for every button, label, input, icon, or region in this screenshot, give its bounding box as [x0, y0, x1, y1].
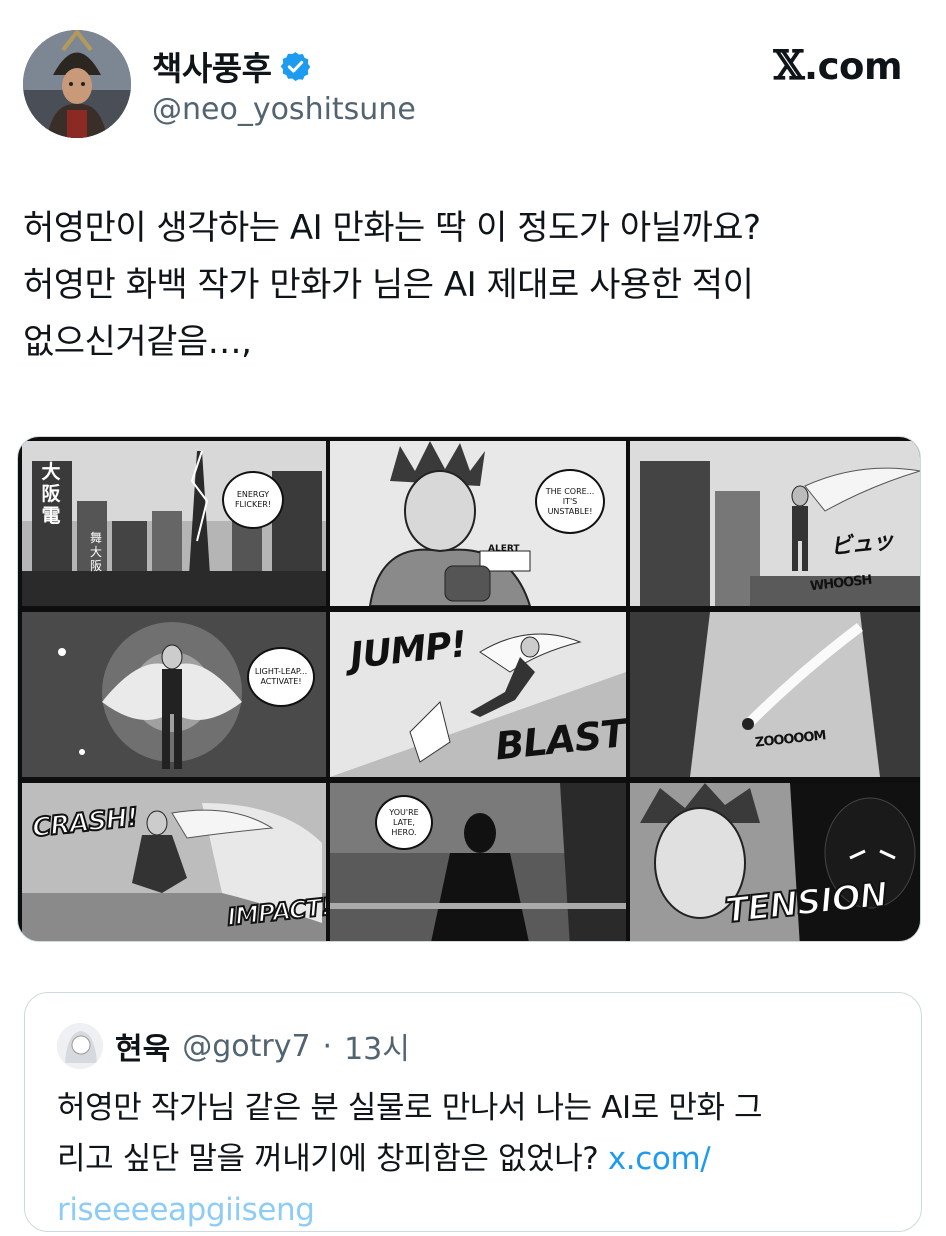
comic-panel-8: YOU'RE LATE, HERO.: [330, 783, 626, 941]
author-name-row: 책사풍후: [152, 42, 312, 90]
quoted-link[interactable]: x.com/: [608, 1141, 711, 1177]
comic-image[interactable]: ENERGY FLICKER! 大阪電 舞大阪 THE CORE... IT'S…: [17, 436, 921, 942]
anime-avatar-icon: [57, 1023, 103, 1069]
quoted-author-avatar[interactable]: [57, 1023, 103, 1069]
quoted-author-name[interactable]: 현욱: [115, 1024, 170, 1068]
quoted-line-2: 리고 싶단 말을 꺼내기에 창피함은 없었나? x.com/: [57, 1134, 907, 1185]
x-logo-text: .com: [804, 45, 902, 88]
verified-badge-icon: [281, 51, 311, 81]
sfx-text: ビュッ: [829, 528, 895, 561]
speech-bubble: LIGHT-LEAP... ACTIVATE!: [247, 647, 315, 707]
quoted-link-continuation[interactable]: riseeeeapgiiseng: [57, 1185, 907, 1236]
author-name[interactable]: 책사풍후: [152, 42, 272, 90]
meta-separator: ·: [322, 1028, 333, 1064]
x-logo[interactable]: 𝕏.com: [773, 42, 902, 89]
city-skyline-illustration: [22, 441, 326, 606]
quoted-tweet[interactable]: 현욱 @gotry7 · 13시 허영만 작가님 같은 분 실물로 만나서 나는 A…: [24, 992, 922, 1232]
comic-panel-6: ZOOOOOM: [630, 612, 920, 777]
quoted-line: 허영만 작가님 같은 분 실물로 만나서 나는 AI로 만화 그: [57, 1090, 763, 1126]
author-handle[interactable]: @neo_yoshitsune: [152, 92, 416, 127]
comic-panel-7: CRASH! IMPACT!: [22, 783, 326, 941]
x-logo-mark: 𝕏: [773, 42, 805, 89]
tweet-text: 허영만이 생각하는 AI 만화는 딱 이 정도가 아닐까요? 허영만 화백 작가…: [23, 200, 923, 371]
comic-panel-9: TENSION: [630, 783, 920, 941]
comic-panel-5: JUMP! BLAST!: [330, 612, 626, 777]
alert-label: ALERT: [488, 544, 520, 554]
speech-bubble: YOU'RE LATE, HERO.: [375, 795, 433, 850]
quoted-line-text: 리고 싶단 말을 꺼내기에 창피함은 없었나?: [57, 1141, 599, 1177]
comic-panel-1: ENERGY FLICKER! 大阪電 舞大阪: [22, 441, 326, 606]
author-avatar[interactable]: [23, 30, 131, 138]
quoted-timestamp[interactable]: 13시: [344, 1024, 410, 1068]
neon-sign: 大阪電: [41, 461, 61, 527]
dark-figure-illustration: [330, 783, 626, 941]
speech-bubble: THE CORE... IT'S UNSTABLE!: [535, 469, 605, 534]
tweet-line: 없으신거같음…,: [23, 322, 252, 362]
comic-panel-3: ビュッ WHOOSH: [630, 441, 920, 606]
speech-bubble: ENERGY FLICKER!: [222, 471, 284, 529]
comic-panel-2: THE CORE... IT'S UNSTABLE! ALERT: [330, 441, 626, 606]
samurai-avatar-icon: [23, 30, 131, 138]
tweet-line: 허영만 화백 작가 만화가 님은 AI 제대로 사용한 적이: [23, 265, 754, 305]
buildings-zoom-illustration: [630, 612, 920, 777]
quoted-tweet-text: 허영만 작가님 같은 분 실물로 만나서 나는 AI로 만화 그 리고 싶단 말…: [57, 1083, 907, 1236]
quoted-tweet-header: 현욱 @gotry7 · 13시: [57, 1023, 410, 1069]
neon-sign: 舞大阪: [89, 531, 102, 573]
quoted-author-handle[interactable]: @gotry7: [182, 1029, 310, 1064]
tweet-line: 허영만이 생각하는 AI 만화는 딱 이 정도가 아닐까요?: [23, 208, 761, 248]
comic-panel-4: LIGHT-LEAP... ACTIVATE!: [22, 612, 326, 777]
